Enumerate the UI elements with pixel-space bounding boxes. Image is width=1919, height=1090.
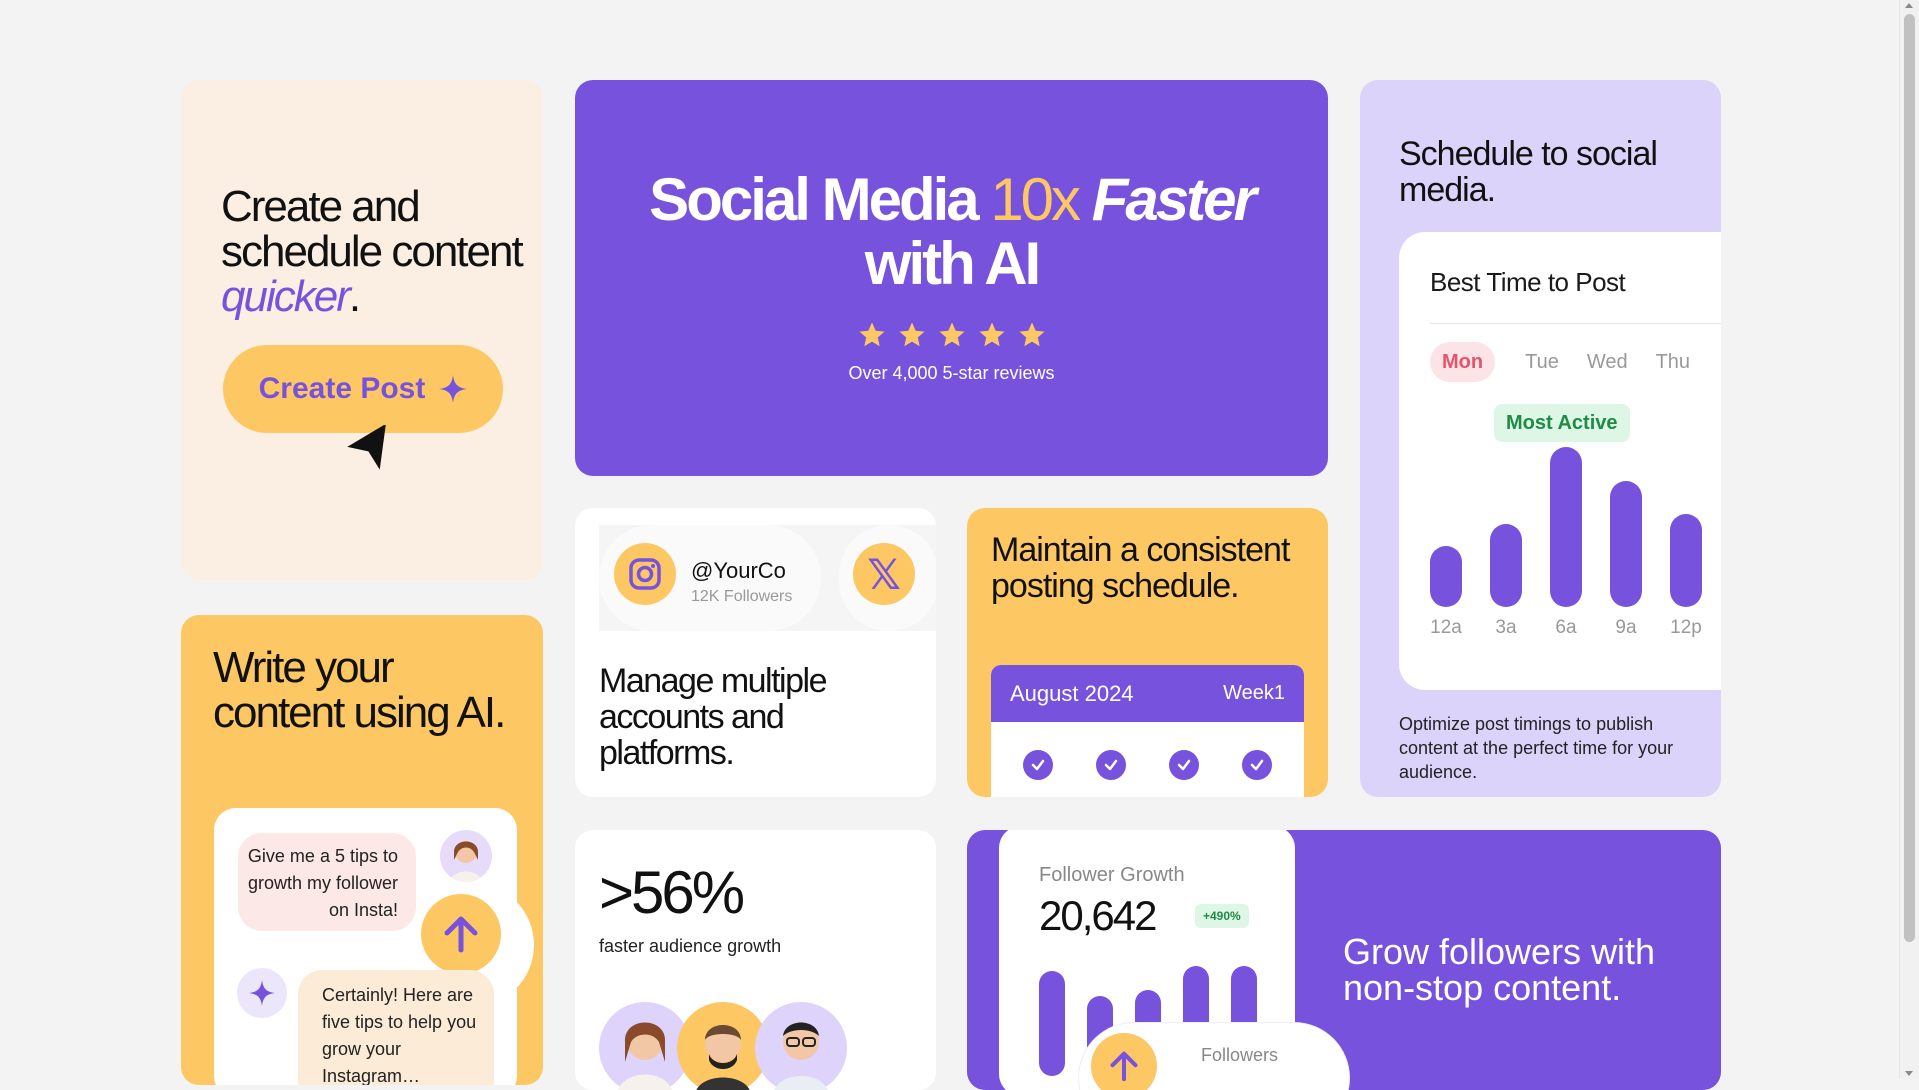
chat-panel: Give me a 5 tips to growth my follower o… xyxy=(214,808,534,1085)
instagram-icon xyxy=(614,543,676,605)
chart-tick-label: 6a xyxy=(1555,617,1577,638)
check-icon xyxy=(1169,750,1200,780)
user-message-bubble: Give me a 5 tips to growth my follower o… xyxy=(238,833,416,931)
divider xyxy=(1430,323,1721,324)
sparkle-icon xyxy=(439,375,468,403)
hero-title: Social Media 10x Faster with AI xyxy=(649,166,1257,297)
star-icon xyxy=(859,322,884,347)
chart-tick-label: 9a xyxy=(1615,617,1637,638)
posting-schedule-card: Maintain a consistent posting schedule. … xyxy=(967,508,1328,797)
calendar-month: August 2024 xyxy=(1010,680,1134,706)
best-time-panel: Best Time to Post Mon Tue Wed Thu Most Acti… xyxy=(1399,232,1721,690)
scroll-up-arrow[interactable] xyxy=(1905,3,1913,8)
best-time-chart: 12a 3a 6a 9a 12p xyxy=(1430,447,1721,638)
growth-stat-value: >56% xyxy=(599,859,745,926)
ai-avatar xyxy=(237,968,287,1018)
growth-stat-card: >56% faster audience growth xyxy=(575,830,936,1090)
account-chip[interactable]: @YourCo 12K Followers xyxy=(599,525,821,631)
account-followers: 12K Followers xyxy=(691,588,793,605)
schedule-card-title: Schedule to social media. xyxy=(1399,135,1658,209)
arrow-up-button[interactable] xyxy=(1091,1033,1157,1090)
chart-tick-label: 3a xyxy=(1495,617,1517,638)
chart-bar-3a xyxy=(1490,524,1522,607)
schedule-card: Schedule to social media. Best Time to P… xyxy=(1360,80,1721,797)
best-time-title: Best Time to Post xyxy=(1430,267,1626,297)
followers-popup: Followers xyxy=(1079,1023,1349,1090)
day-tab-tue[interactable]: Tue xyxy=(1525,342,1559,382)
accounts-card-title: Manage multiple accounts and platforms. xyxy=(599,662,827,772)
page-scrollbar[interactable] xyxy=(1899,0,1919,1079)
follower-growth-label: Follower Growth xyxy=(1039,864,1185,886)
chart-bar-12p xyxy=(1670,514,1702,607)
followers-popup-label: Followers xyxy=(1201,1045,1279,1065)
star-icon xyxy=(899,322,924,347)
arrow-up-icon xyxy=(444,916,478,953)
star-icon xyxy=(979,322,1004,347)
chart-tick-label: 12p xyxy=(1670,617,1702,638)
x-icon: 𝕏 xyxy=(853,543,915,605)
hero-banner: Social Media 10x Faster with AI Over 4,00… xyxy=(575,80,1328,476)
day-tab-thu[interactable]: Thu xyxy=(1656,342,1690,382)
chart-bar-12a xyxy=(1430,546,1462,607)
growth-badge: +490% xyxy=(1195,904,1249,928)
create-post-label: Create Post xyxy=(258,372,426,405)
account-handle: @YourCo xyxy=(691,558,786,583)
chart-bar-6a xyxy=(1550,447,1582,607)
create-post-button[interactable]: Create Post xyxy=(223,345,503,433)
create-schedule-card: Create and schedule content quicker. Cre… xyxy=(181,80,543,580)
sparkle-icon xyxy=(249,980,275,1006)
reviews-text: Over 4,000 5-star reviews xyxy=(848,363,1055,383)
follower-chart-bar xyxy=(1039,971,1065,1076)
check-icon xyxy=(1095,750,1126,780)
chart-tick-label: 12a xyxy=(1430,617,1462,638)
check-icon xyxy=(1242,750,1273,780)
calendar-week: Week1 xyxy=(1223,682,1285,704)
scroll-down-arrow[interactable] xyxy=(1905,1071,1913,1076)
avatar xyxy=(755,1002,847,1090)
day-tabs: Mon Tue Wed Thu xyxy=(1430,342,1718,382)
follower-count: 20,642 xyxy=(1039,892,1157,939)
write-card-title: Write your content using AI. xyxy=(213,643,506,737)
user-avatar xyxy=(440,830,492,882)
create-card-title: Create and schedule content quicker. xyxy=(221,182,524,321)
x-account-chip[interactable]: 𝕏 xyxy=(839,525,936,631)
calendar-widget: August 2024 Week1 xyxy=(991,665,1304,797)
day-tab-mon[interactable]: Mon xyxy=(1430,342,1496,382)
check-icon xyxy=(1022,750,1053,780)
chart-bar-9a xyxy=(1610,481,1642,607)
schedule-description: Optimize post timings to publish content… xyxy=(1399,714,1674,782)
scrollbar-thumb[interactable] xyxy=(1904,14,1915,942)
day-tab-wed[interactable]: Wed xyxy=(1587,342,1628,382)
calendar-checks xyxy=(991,722,1304,780)
write-ai-card: Write your content using AI. Give me a 5… xyxy=(181,615,543,1085)
growth-stat-label: faster audience growth xyxy=(599,936,782,956)
follower-growth-card: Follower Growth 20,642 +490% Followers G… xyxy=(967,830,1721,1090)
posting-card-title: Maintain a consistent posting schedule. xyxy=(991,531,1290,605)
cursor-arrow-icon xyxy=(347,425,386,470)
calendar-header: August 2024 Week1 xyxy=(991,665,1304,722)
star-icon xyxy=(1019,322,1044,347)
follower-stats-panel: Follower Growth 20,642 +490% Followers xyxy=(999,830,1349,1090)
ai-message-bubble: Certainly! Here are five tips to help yo… xyxy=(298,970,494,1085)
star-icon xyxy=(939,322,964,347)
account-strip: @YourCo 12K Followers 𝕏 xyxy=(599,525,936,631)
follower-headline: Grow followers with non-stop content. xyxy=(1343,931,1656,1008)
rating-stars xyxy=(575,320,1328,350)
accounts-card: @YourCo 12K Followers 𝕏 Manage multiple … xyxy=(575,508,936,797)
most-active-badge: Most Active xyxy=(1494,404,1630,442)
